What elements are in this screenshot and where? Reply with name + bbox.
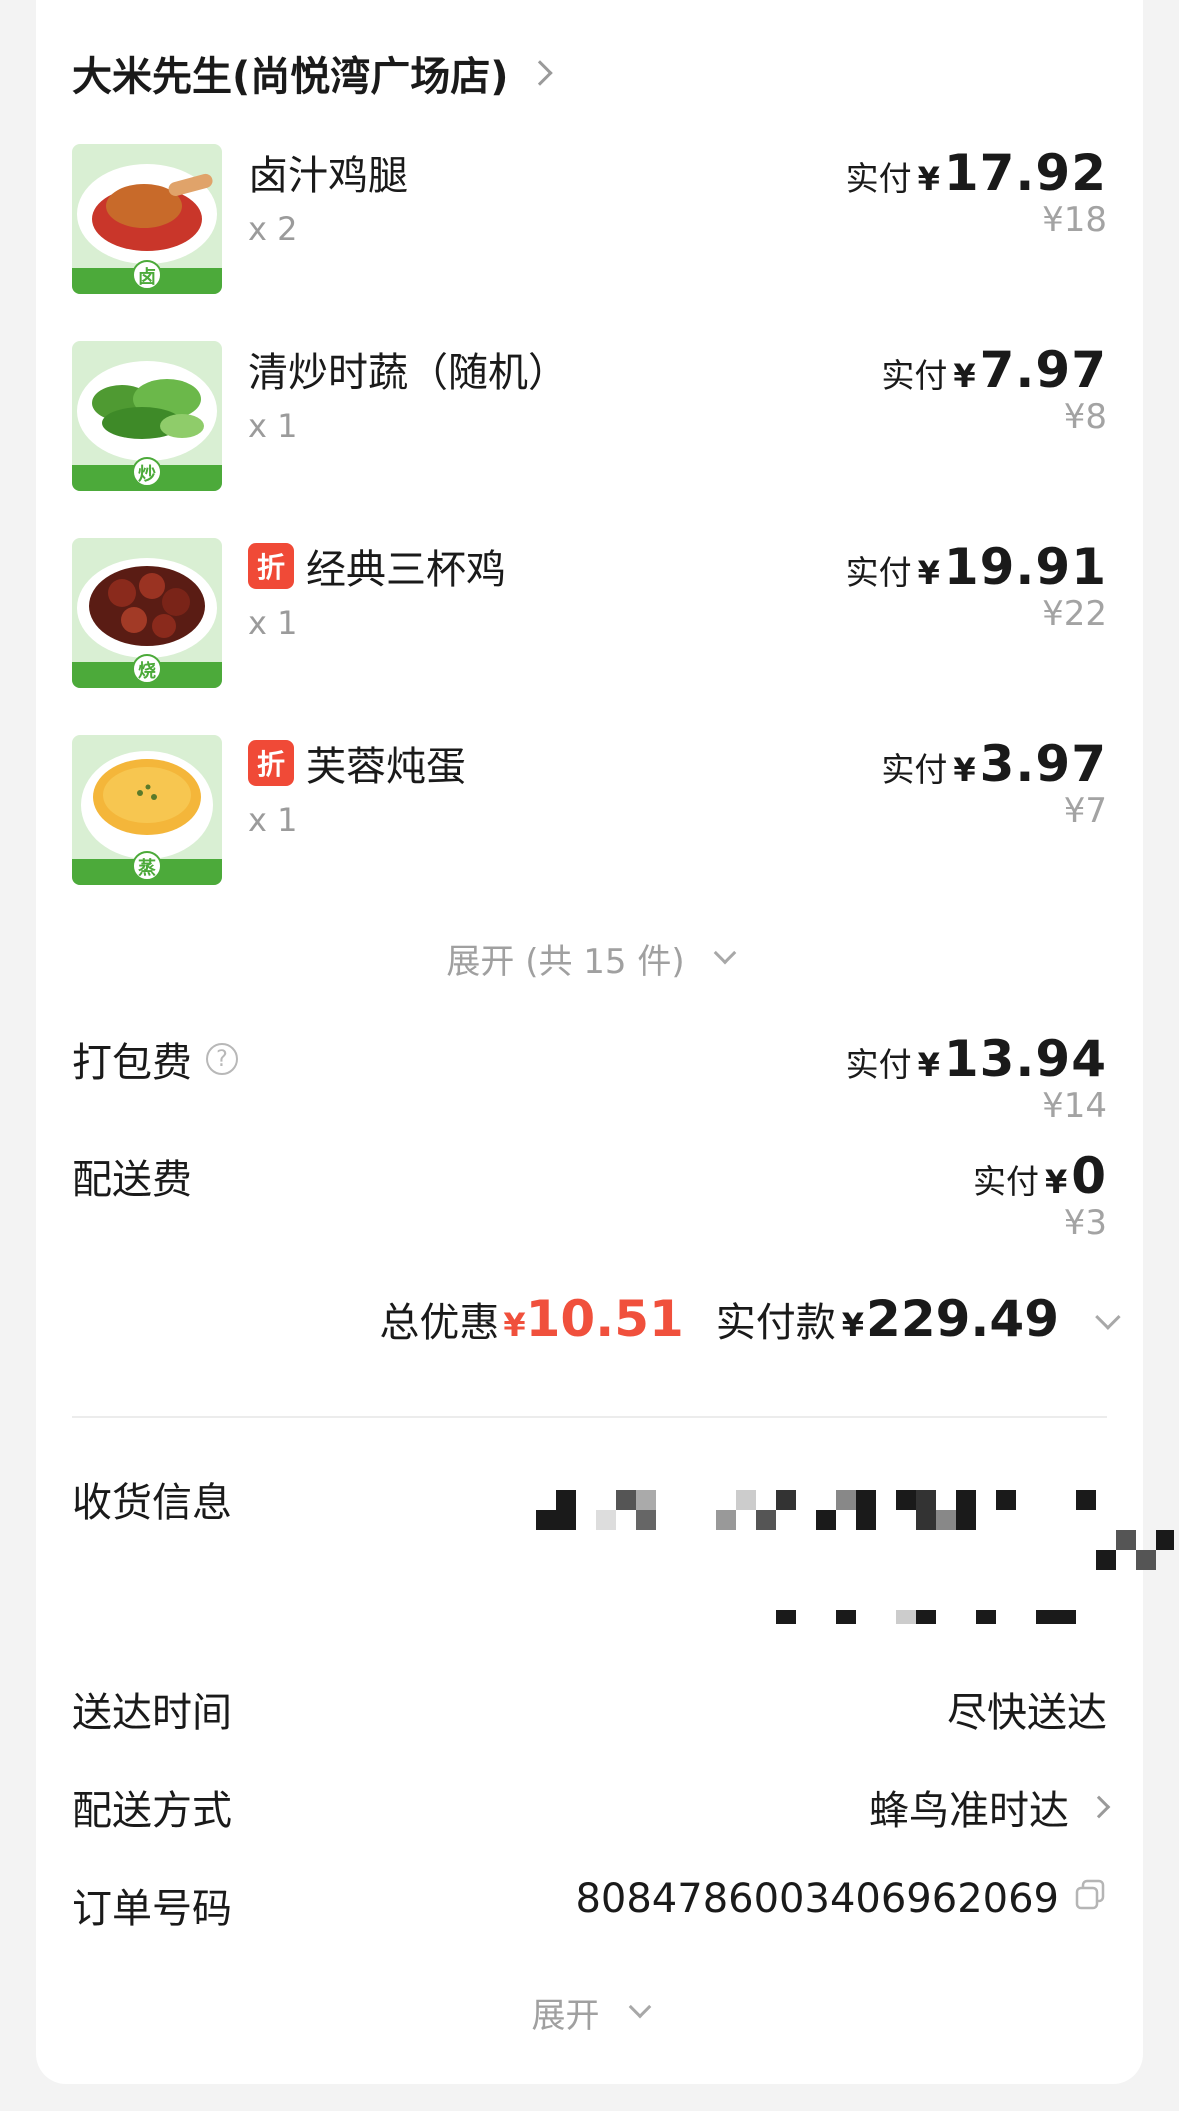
paid-amount: 0 <box>1071 1147 1107 1205</box>
delivery-fee-label: 配送费 <box>72 1157 192 1203</box>
shop-name-link[interactable]: 大米先生(尚悦湾广场店) <box>72 44 553 102</box>
chevron-down-icon <box>713 941 736 965</box>
currency-symbol: ¥ <box>841 1306 865 1344</box>
item-name: 折 芙蓉炖蛋 <box>248 735 466 791</box>
svg-text:烧: 烧 <box>138 661 156 682</box>
item-name: 折 经典三杯鸡 <box>248 538 506 594</box>
order-number-value: 8084786003406962069 <box>575 1876 1107 1922</box>
paid-amount: 19.91 <box>943 538 1107 596</box>
dish-image: 蒸 <box>72 735 222 885</box>
chevron-right-icon <box>526 60 553 86</box>
expand-items-label: 展开 (共 15 件) <box>446 941 685 982</box>
receiver-info-label: 收货信息 <box>72 1480 232 1526</box>
redacted-address <box>516 1490 1174 1630</box>
order-item[interactable]: 蒸 折 芙蓉炖蛋 x 1 实付 ¥ 3.97 ¥7 <box>72 735 1107 885</box>
original-price: ¥18 <box>1042 200 1107 240</box>
item-quantity: x 1 <box>248 801 298 839</box>
item-name: 卤汁鸡腿 <box>248 153 408 199</box>
svg-text:蒸: 蒸 <box>138 858 156 879</box>
total-paid-amount: 229.49 <box>866 1290 1059 1348</box>
chevron-down-icon <box>1095 1304 1121 1330</box>
item-name: 清炒时蔬（随机） <box>248 350 568 396</box>
currency-symbol: ¥ <box>917 160 940 198</box>
paid-label: 实付 <box>845 553 912 592</box>
chevron-down-icon <box>628 1995 651 2019</box>
dish-image: 卤 <box>72 144 222 294</box>
paid-amount: 7.97 <box>979 341 1107 399</box>
packaging-fee-label: 打包费 ? <box>72 1030 238 1088</box>
shop-name: 大米先生(尚悦湾广场店) <box>72 54 509 100</box>
order-item[interactable]: 炒 清炒时蔬（随机） x 1 实付 ¥ 7.97 ¥8 <box>72 341 1107 491</box>
item-quantity: x 1 <box>248 604 298 642</box>
original-price: ¥14 <box>1042 1086 1107 1126</box>
currency-symbol: ¥ <box>1044 1163 1068 1201</box>
delivery-time-value: 尽快送达 <box>947 1690 1107 1736</box>
expand-details-button[interactable]: 展开 <box>36 1986 1143 2038</box>
paid-label: 实付 <box>845 1045 912 1084</box>
svg-text:炒: 炒 <box>138 464 156 485</box>
help-icon[interactable]: ? <box>206 1043 238 1075</box>
original-price: ¥7 <box>1063 791 1107 831</box>
item-price: 实付 ¥ 17.92 ¥18 <box>846 144 1107 240</box>
copy-icon[interactable] <box>1073 1876 1107 1922</box>
order-number-label: 订单号码 <box>72 1886 232 1932</box>
paid-amount: 13.94 <box>943 1030 1107 1088</box>
order-item[interactable]: 卤 卤汁鸡腿 x 2 实付 ¥ 17.92 ¥18 <box>72 144 1107 294</box>
total-paid-label: 实付款 <box>715 1300 836 1346</box>
delivery-time-label: 送达时间 <box>72 1690 232 1736</box>
order-card: 大米先生(尚悦湾广场店) 卤 卤汁鸡腿 x 2 实付 ¥ 17.92 ¥18 炒… <box>36 0 1174 2084</box>
currency-symbol: ¥ <box>917 1046 940 1084</box>
dish-image: 烧 <box>72 538 222 688</box>
item-price: 实付 ¥ 19.91 ¥22 <box>846 538 1107 634</box>
total-discount-amount: 10.51 <box>525 1290 684 1348</box>
discount-tag: 折 <box>248 543 294 589</box>
price-summary[interactable]: 总优惠 ¥ 10.51 实付款 ¥ 229.49 <box>379 1290 1121 1360</box>
dish-image: 炒 <box>72 341 222 491</box>
discount-tag: 折 <box>248 740 294 786</box>
paid-amount: 17.92 <box>943 144 1107 202</box>
packaging-fee-price: 实付 ¥ 13.94 ¥14 <box>846 1030 1107 1126</box>
paid-label: 实付 <box>881 750 948 789</box>
delivery-method-value: 蜂鸟准时达 <box>869 1788 1069 1834</box>
paid-label: 实付 <box>972 1162 1039 1201</box>
paid-label: 实付 <box>845 159 912 198</box>
currency-symbol: ¥ <box>503 1306 526 1344</box>
expand-items-button[interactable]: 展开 (共 15 件) <box>36 932 1143 984</box>
original-price: ¥22 <box>1042 594 1107 634</box>
item-price: 实付 ¥ 3.97 ¥7 <box>881 735 1107 831</box>
delivery-method-label: 配送方式 <box>72 1788 232 1834</box>
currency-symbol: ¥ <box>917 554 940 592</box>
order-item[interactable]: 烧 折 经典三杯鸡 x 1 实付 ¥ 19.91 ¥22 <box>72 538 1107 688</box>
currency-symbol: ¥ <box>953 357 976 395</box>
item-quantity: x 2 <box>248 210 298 248</box>
item-price: 实付 ¥ 7.97 ¥8 <box>881 341 1107 437</box>
delivery-method-link[interactable]: 蜂鸟准时达 <box>869 1778 1111 1836</box>
paid-label: 实付 <box>881 356 948 395</box>
chevron-right-icon <box>1087 1795 1111 1819</box>
total-discount-label: 总优惠 <box>379 1300 500 1346</box>
original-price: ¥8 <box>1063 397 1107 437</box>
original-price: ¥3 <box>1063 1203 1107 1243</box>
delivery-fee-price: 实付 ¥ 0 ¥3 <box>973 1147 1107 1243</box>
divider <box>72 1416 1107 1418</box>
expand-details-label: 展开 <box>531 1995 600 2036</box>
currency-symbol: ¥ <box>953 751 976 789</box>
item-quantity: x 1 <box>248 407 298 445</box>
svg-text:卤: 卤 <box>138 266 156 288</box>
paid-amount: 3.97 <box>979 735 1107 793</box>
